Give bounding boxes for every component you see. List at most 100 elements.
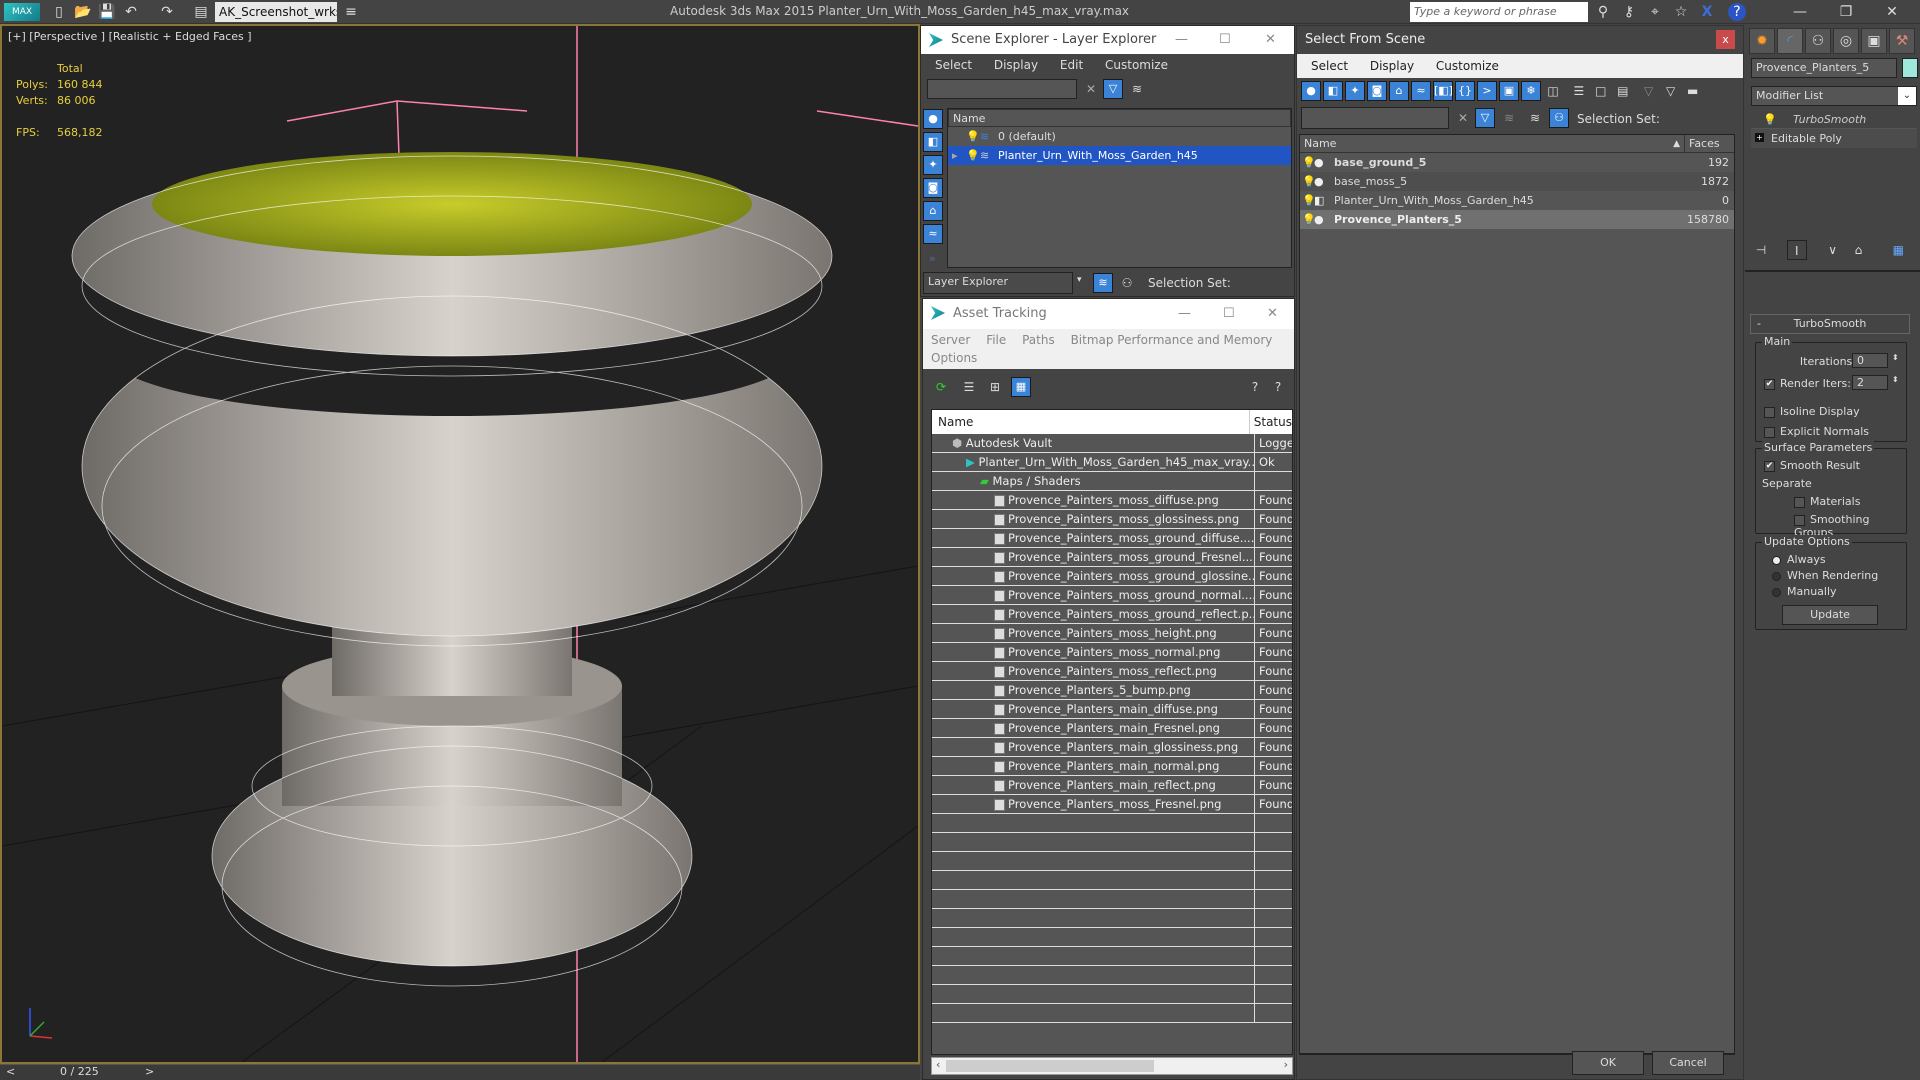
layer-mode-icon[interactable]: ≋ (1093, 273, 1113, 293)
object-row[interactable]: 💡 ● base_ground_5 192 (1300, 153, 1734, 172)
column-header-faces[interactable]: Faces (1685, 135, 1733, 152)
help-icon[interactable]: ? (1268, 377, 1288, 397)
show-end-result-icon[interactable]: I (1786, 240, 1807, 260)
asset-row[interactable]: Provence_Painters_moss_ground_Fresnel...… (932, 548, 1292, 567)
asset-tracking-titlebar[interactable]: Asset Tracking — ☐ ✕ (923, 299, 1294, 329)
menu-customize[interactable]: Customize (1436, 59, 1499, 73)
display-none-icon[interactable]: □ (1591, 81, 1611, 101)
open-file-icon[interactable]: 📂 (74, 3, 92, 21)
lightbulb-icon[interactable]: 💡 (966, 146, 980, 165)
smoothing-groups-checkbox[interactable] (1794, 514, 1805, 526)
display-invert-icon[interactable]: ▤ (1613, 81, 1633, 101)
asset-row[interactable]: ⬢ Autodesk Vault Logged (932, 434, 1292, 453)
column-header-status[interactable]: Status (1250, 410, 1292, 434)
asset-row[interactable]: Provence_Planters_5_bump.png Found (932, 681, 1292, 700)
update-button[interactable]: Update (1782, 605, 1878, 625)
layer-row-selected[interactable]: ▸ 💡 ≋ Planter_Urn_With_Moss_Garden_h45 (948, 146, 1291, 165)
menu-bitmap-performance[interactable]: Bitmap Performance and Memory (1071, 333, 1273, 347)
search-input[interactable]: Type a keyword or phrase (1410, 2, 1588, 22)
timeline-next-button[interactable]: > (145, 1065, 154, 1078)
online-help-icon[interactable]: ? (1245, 377, 1265, 397)
new-file-icon[interactable]: ▯ (50, 3, 68, 21)
scene-explorer-search-input[interactable] (927, 79, 1077, 99)
asset-row[interactable]: Provence_Planters_main_reflect.png Found (932, 776, 1292, 795)
workspace-dropdown[interactable]: AK_Screenshot_wrksp ▾ (215, 2, 337, 22)
object-row[interactable]: 💡 ● base_moss_5 1872 (1300, 172, 1734, 191)
close-button[interactable]: x (1716, 30, 1735, 49)
asset-row[interactable]: Provence_Planters_main_normal.png Found (932, 757, 1292, 776)
groups-filter-icon[interactable]: [◧] (1433, 81, 1453, 101)
filter-icon[interactable]: ▽ (1475, 108, 1495, 128)
time-slider[interactable]: < 0 / 225 > (0, 1064, 920, 1080)
modifier-stack-item[interactable]: + Editable Poly (1751, 129, 1917, 148)
menu-edit[interactable]: Edit (1060, 58, 1083, 72)
hidden-filter-icon[interactable]: ◫ (1543, 81, 1563, 101)
filter-options-icon[interactable]: ▽ (1661, 81, 1681, 101)
always-radio[interactable] (1772, 555, 1781, 565)
column-chooser-icon[interactable]: ▬ (1683, 81, 1703, 101)
menu-display[interactable]: Display (994, 58, 1038, 72)
asset-row[interactable]: Provence_Planters_moss_Fresnel.png Found (932, 795, 1292, 814)
object-row[interactable]: 💡 ● Provence_Planters_5 158780 (1300, 210, 1734, 229)
helpers-filter-icon[interactable]: ⌂ (923, 201, 943, 221)
satellite-icon[interactable]: ⌖ (1646, 3, 1664, 21)
shapes-filter-icon[interactable]: ◧ (1323, 81, 1343, 101)
display-tab-icon[interactable]: ▣ (1861, 28, 1887, 54)
maximize-button[interactable]: ☐ (1219, 26, 1231, 54)
menu-file[interactable]: File (986, 333, 1006, 347)
object-name-input[interactable]: Provence_Planters_5 (1751, 58, 1897, 78)
asset-row[interactable]: Provence_Painters_moss_reflect.png Found (932, 662, 1292, 681)
undo-icon[interactable]: ↶ (122, 3, 140, 21)
maximize-button[interactable]: ☐ (1223, 299, 1235, 329)
clear-search-icon[interactable]: ✕ (1081, 79, 1101, 99)
menu-customize[interactable]: Customize (1105, 58, 1168, 72)
hierarchy-tab-icon[interactable]: ⚇ (1805, 28, 1831, 54)
bones-filter-icon[interactable]: > (1477, 81, 1497, 101)
asset-row[interactable]: Provence_Painters_moss_normal.png Found (932, 643, 1292, 662)
dropdown-arrow-icon[interactable]: ▾ (1077, 275, 1082, 285)
geometry-filter-icon[interactable]: ● (1301, 81, 1321, 101)
when-rendering-radio[interactable] (1772, 571, 1781, 581)
timeline-prev-button[interactable]: < (6, 1065, 15, 1078)
render-iters-input[interactable]: 2 (1852, 375, 1888, 390)
geometry-filter-icon[interactable]: ● (923, 109, 943, 129)
lights-filter-icon[interactable]: ✦ (923, 155, 943, 175)
object-color-swatch[interactable] (1902, 58, 1918, 78)
modifier-stack-item[interactable]: 💡 TurboSmooth (1751, 110, 1917, 129)
modify-tab-icon[interactable]: ◜ (1777, 28, 1803, 54)
binoculars-icon[interactable]: ⚲ (1594, 3, 1612, 21)
frozen-filter-icon[interactable]: ❄ (1521, 81, 1541, 101)
save-icon[interactable]: 💾 (98, 3, 116, 21)
max-app-menu-button[interactable]: MAX (4, 3, 40, 21)
customize-toolbar-icon[interactable]: ≡ (342, 3, 360, 21)
remove-modifier-icon[interactable]: ⌂ (1848, 240, 1868, 260)
scrollbar-thumb[interactable] (946, 1060, 1154, 1072)
hierarchy-mode-icon[interactable]: ⚇ (1549, 108, 1569, 128)
expand-arrow-icon[interactable]: ▸ (952, 146, 958, 165)
select-from-scene-titlebar[interactable]: Select From Scene x (1297, 26, 1743, 54)
ok-button[interactable]: OK (1572, 1051, 1644, 1075)
cameras-filter-icon[interactable]: ◙ (923, 178, 943, 198)
list-view-icon[interactable]: ☰ (959, 377, 979, 397)
cameras-filter-icon[interactable]: ◙ (1367, 81, 1387, 101)
lightbulb-icon[interactable]: 💡 (1300, 210, 1316, 229)
layers-options-icon[interactable]: ≋ (1127, 79, 1147, 99)
minimize-button[interactable]: — (1780, 2, 1820, 22)
refresh-icon[interactable]: ⟳ (931, 377, 951, 397)
asset-row[interactable]: Provence_Painters_moss_glossiness.png Fou… (932, 510, 1292, 529)
asset-row[interactable]: Provence_Painters_moss_ground_normal....… (932, 586, 1292, 605)
spacewarps-filter-icon[interactable]: ≈ (923, 224, 943, 244)
help-icon[interactable]: ? (1728, 3, 1746, 21)
column-header-name[interactable]: Name (932, 410, 1250, 434)
filter-icon[interactable]: ▽ (1103, 79, 1123, 99)
menu-paths[interactable]: Paths (1022, 333, 1055, 347)
render-iters-spinner[interactable]: ⬍ (1892, 375, 1899, 384)
menu-display[interactable]: Display (1370, 59, 1414, 73)
scroll-right-icon[interactable]: › (1284, 1058, 1288, 1071)
scene-explorer-titlebar[interactable]: Scene Explorer - Layer Explorer — ☐ ✕ (921, 26, 1294, 54)
collapse-icon[interactable]: - (1757, 315, 1761, 333)
hierarchy-mode-icon[interactable]: ⚇ (1117, 273, 1137, 293)
modifier-toggle-icon[interactable]: 💡 (1763, 110, 1777, 128)
asset-row[interactable]: Provence_Planters_main_Fresnel.png Found (932, 719, 1292, 738)
xrefs-filter-icon[interactable]: {} (1455, 81, 1475, 101)
